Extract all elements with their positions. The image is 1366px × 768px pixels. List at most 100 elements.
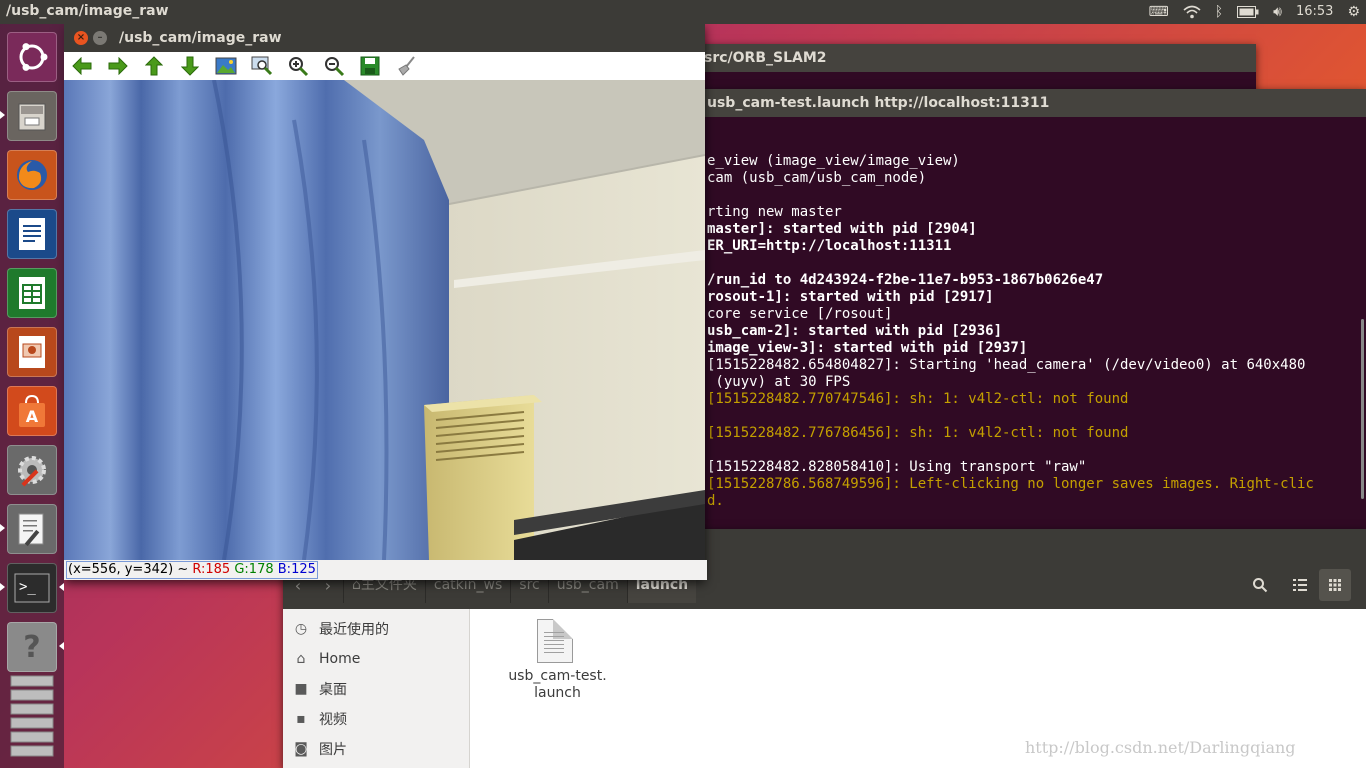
terminal-line: [1515228482.654804827]: Starting 'head_c… [707,357,1306,373]
spreadsheet-calc-icon [19,277,45,309]
help-question-icon: ? [23,629,41,665]
svg-text:A: A [26,407,39,426]
terminal-output[interactable]: e_view (image_view/image_view) cam (usb_c… [690,117,1366,529]
image-view-title: /usb_cam/image_raw [119,30,282,46]
text-editor-launcher-button[interactable] [7,504,57,554]
terminal-scrollbar[interactable] [1361,319,1364,499]
sidebar-item-pictures[interactable]: ◙ 图片 [293,737,347,761]
grid-view-button[interactable] [1319,569,1351,601]
terminal-line: [1515228786.568749596]: Left-clicking no… [707,476,1314,492]
image-view-titlebar[interactable]: × – /usb_cam/image_raw [64,24,705,52]
software-center-button[interactable]: A [7,386,57,436]
active-indicator [59,642,64,650]
pixel-red-value: R:185 [192,562,231,577]
image-icon[interactable] [214,54,238,78]
clear-icon[interactable] [394,54,418,78]
terminal-icon: >_ [14,573,50,603]
svg-text:>_: >_ [19,579,36,595]
terminal-window-title[interactable]: usb_cam-test.launch http://localhost:113… [690,89,1366,117]
up-arrow-icon[interactable] [142,54,166,78]
list-view-button[interactable] [1284,569,1316,601]
pixel-blue-value: B:125 [277,562,316,577]
keyboard-icon[interactable]: ⌨ [1149,0,1169,24]
ubuntu-dash-button[interactable] [7,32,57,82]
files-launcher-button[interactable] [7,91,57,141]
home-icon: ⌂ [296,651,306,667]
terminal-line: cam (usb_cam/usb_cam_node) [707,170,927,186]
list-view-icon [1293,579,1307,591]
terminal-line: rosout-1]: started with pid [2917] [707,289,994,305]
power-gear-icon[interactable]: ⚙ [1347,0,1360,24]
terminal-line: /run_id to 4d243924-f2be-11e7-b953-1867b… [707,272,1104,288]
terminal-line: core service [/rosout] [707,306,893,322]
image-view-toolbar [64,52,705,80]
forward-arrow-icon[interactable] [106,54,130,78]
active-indicator [59,583,64,591]
presentation-impress-icon [19,336,45,368]
terminal-line: [1515228482.770747546]: sh: 1: v4l2-ctl:… [707,391,1129,407]
firefox-icon [17,160,47,190]
terminal-line: image_view-3]: started with pid [2937] [707,340,1028,356]
down-arrow-icon[interactable] [178,54,202,78]
pixel-coords: (x=556, y=342) ~ [68,562,189,577]
video-icon: ▪ [296,711,306,727]
shopping-bag-icon: A [19,394,45,427]
minimize-icon[interactable]: – [93,31,107,45]
launch-terminal-window[interactable]: usb_cam-test.launch http://localhost:113… [690,89,1366,529]
grid-view-icon [1329,579,1341,591]
sidebar-item-home[interactable]: ⌂ Home [293,647,361,671]
file-cabinet-icon [18,103,46,131]
folder-icon: ■ [294,681,308,697]
terminal-line: [1515228482.776786456]: sh: 1: v4l2-ctl:… [707,425,1129,441]
zoom-fit-icon[interactable] [250,54,274,78]
impress-launcher-button[interactable] [7,327,57,377]
watermark: http://blog.csdn.net/Darlingqiang [1025,738,1296,757]
zoom-in-icon[interactable] [286,54,310,78]
orb-window-title[interactable]: src/ORB_SLAM2 [680,44,1256,72]
writer-launcher-button[interactable] [7,209,57,259]
terminal-launcher-button[interactable]: >_ [7,563,57,613]
settings-gear-wrench-icon [18,456,46,487]
terminal-line: e_view (image_view/image_view) [707,153,960,169]
workspace-stack-icon[interactable] [7,674,57,764]
pixel-green-value: G:178 [234,562,274,577]
save-icon[interactable] [358,54,382,78]
terminal-line: rting new master [707,204,842,220]
running-indicator [0,583,5,591]
terminal-line: [1515228482.828058410]: Using transport … [707,459,1087,475]
bluetooth-icon[interactable]: ᛒ [1215,0,1223,24]
terminal-line: usb_cam-2]: started with pid [2936] [707,323,1003,339]
wifi-icon[interactable] [1183,5,1201,19]
help-launcher-button[interactable]: ? [7,622,57,672]
terminal-line: d. [707,493,724,509]
sidebar-item-videos[interactable]: ▪ 视频 [293,707,347,731]
indicator-area: ⌨ ᛒ 🔊︎ 16:53 ⚙ [1149,0,1360,24]
sidebar-item-recent[interactable]: ◷ 最近使用的 [293,617,389,641]
camera-icon: ◙ [294,741,308,757]
clock[interactable]: 16:53 [1296,0,1333,24]
volume-icon[interactable]: 🔊︎ [1273,0,1282,24]
zoom-out-icon[interactable] [322,54,346,78]
file-name: usb_cam-test. launch [508,668,607,701]
calc-launcher-button[interactable] [7,268,57,318]
document-writer-icon [19,218,45,250]
search-button[interactable] [1244,569,1276,601]
running-indicator [0,524,5,532]
close-icon[interactable]: × [74,31,88,45]
back-arrow-icon[interactable] [70,54,94,78]
image-view-window[interactable]: × – /usb_cam/image_raw (x=556, y=342) ~ … [64,24,707,580]
firefox-launcher-button[interactable] [7,150,57,200]
file-manager-sidebar: ◷ 最近使用的 ⌂ Home ■ 桌面 ▪ 视频 ◙ 图片 [283,609,470,768]
camera-image[interactable] [64,80,705,560]
text-file-icon [537,619,573,663]
launcher: A >_ ? [0,24,64,768]
battery-icon[interactable] [1237,6,1259,18]
pixel-status-bar: (x=556, y=342) ~ R:185 G:178 B:125 [64,560,707,580]
sidebar-item-desktop[interactable]: ■ 桌面 [293,677,347,701]
system-settings-button[interactable] [7,445,57,495]
terminal-line: ER_URI=http://localhost:11311 [707,238,952,254]
ubuntu-logo-icon [19,43,48,71]
terminal-line: master]: started with pid [2904] [707,221,977,237]
text-editor-icon [18,513,44,547]
running-indicator [0,111,5,119]
